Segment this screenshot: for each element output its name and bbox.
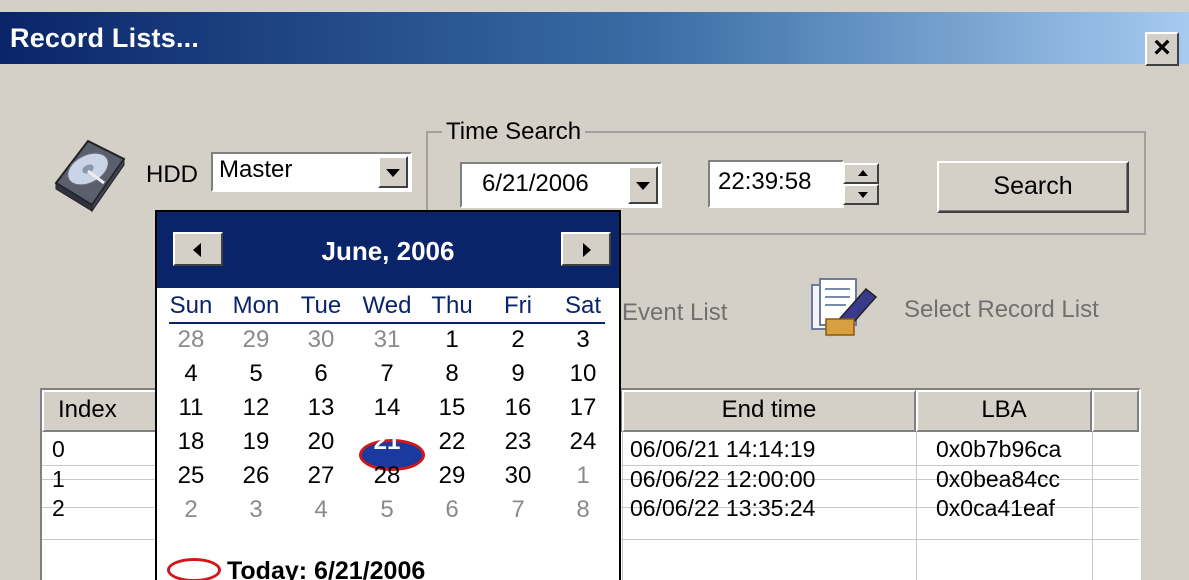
- title-bar[interactable]: Record Lists... ×: [0, 12, 1189, 66]
- calendar-day[interactable]: 5: [356, 494, 418, 526]
- calendar-day[interactable]: 16: [487, 392, 549, 424]
- calendar-day[interactable]: 30: [487, 460, 549, 492]
- calendar-day[interactable]: 4: [160, 358, 222, 390]
- calendar-day[interactable]: 2: [160, 494, 222, 526]
- record-lists-dialog: Record Lists... × HDD Master Time Search…: [0, 0, 1189, 580]
- calendar-day[interactable]: 29: [421, 460, 483, 492]
- weekday-label: Fri: [504, 292, 532, 319]
- calendar-day[interactable]: 7: [356, 358, 418, 390]
- row-lba: 0x0bea84cc: [936, 466, 1061, 492]
- event-list-label[interactable]: Event List: [622, 299, 727, 327]
- document-edit-icon[interactable]: [806, 275, 880, 339]
- calendar-day[interactable]: 24: [552, 426, 614, 458]
- window-title: Record Lists...: [10, 23, 200, 53]
- calendar-day[interactable]: 15: [421, 392, 483, 424]
- row-lba: 0x0ca41eaf: [936, 495, 1055, 521]
- row-end-time: 06/06/21 14:14:19: [630, 436, 816, 462]
- row-lba: 0x0b7b96ca: [936, 436, 1062, 462]
- hdd-select-value: Master: [219, 156, 293, 183]
- calendar-day[interactable]: 6: [421, 494, 483, 526]
- hdd-label: HDD: [146, 161, 198, 188]
- calendar-day[interactable]: 9: [487, 358, 549, 390]
- calendar-day[interactable]: 11: [160, 392, 222, 424]
- calendar-day[interactable]: 8: [421, 358, 483, 390]
- calendar-day[interactable]: 3: [225, 494, 287, 526]
- row-index: 0: [52, 436, 65, 462]
- calendar-day[interactable]: 28: [160, 324, 222, 356]
- calendar-day[interactable]: 20: [290, 426, 352, 458]
- time-spinner[interactable]: [843, 163, 879, 205]
- calendar-day[interactable]: 5: [225, 358, 287, 390]
- hard-drive-icon: [54, 139, 126, 213]
- calendar-day[interactable]: 22: [421, 426, 483, 458]
- close-button[interactable]: ×: [1145, 32, 1179, 66]
- calendar-day[interactable]: 19: [225, 426, 287, 458]
- calendar-day[interactable]: 3: [552, 324, 614, 356]
- hdd-select[interactable]: Master: [211, 152, 412, 192]
- date-picker-value: 6/21/2006: [482, 170, 589, 197]
- time-spin-up-button[interactable]: [843, 163, 879, 184]
- calendar-header: June, 2006: [157, 212, 619, 288]
- next-month-button[interactable]: [561, 232, 611, 266]
- time-spin-down-button[interactable]: [843, 184, 879, 205]
- calendar-day[interactable]: 10: [552, 358, 614, 390]
- calendar-day[interactable]: 2: [487, 324, 549, 356]
- row-end-time: 06/06/22 13:35:24: [630, 495, 816, 521]
- calendar-day[interactable]: 26: [225, 460, 287, 492]
- calendar-day[interactable]: 13: [290, 392, 352, 424]
- calendar-day[interactable]: 28: [356, 460, 418, 492]
- calendar-day-selected[interactable]: 21: [356, 426, 418, 458]
- calendar-day[interactable]: 25: [160, 460, 222, 492]
- calendar-day[interactable]: 18: [160, 426, 222, 458]
- calendar-day[interactable]: 14: [356, 392, 418, 424]
- column-header-lba[interactable]: LBA: [916, 390, 1092, 432]
- time-input-value: 22:39:58: [718, 168, 812, 195]
- weekday-label: Sat: [564, 292, 602, 319]
- calendar-day[interactable]: 7: [487, 494, 549, 526]
- time-search-title: Time Search: [442, 118, 586, 146]
- column-header-end-time[interactable]: End time: [622, 390, 916, 432]
- weekday-label: Wed: [362, 292, 412, 319]
- calendar-day[interactable]: 30: [290, 324, 352, 356]
- column-divider: [916, 432, 917, 580]
- calendar-day[interactable]: 23: [487, 426, 549, 458]
- row-index: 1: [52, 466, 65, 492]
- calendar-day[interactable]: 1: [552, 460, 614, 492]
- calendar-day[interactable]: 29: [225, 324, 287, 356]
- calendar-day[interactable]: 17: [552, 392, 614, 424]
- hdd-dropdown-button[interactable]: [378, 156, 408, 188]
- date-dropdown-button[interactable]: [628, 166, 658, 204]
- row-index: 2: [52, 495, 65, 521]
- today-link[interactable]: Today: 6/21/2006: [167, 557, 425, 580]
- calendar-day[interactable]: 12: [225, 392, 287, 424]
- column-divider: [1092, 432, 1093, 580]
- today-label: Today: 6/21/2006: [227, 557, 426, 580]
- calendar-dropdown[interactable]: June, 2006 Sun Mon Tue Wed Thu Fri Sat 2…: [155, 210, 621, 580]
- weekday-label: Sun: [169, 292, 213, 319]
- calendar-day[interactable]: 1: [421, 324, 483, 356]
- calendar-day[interactable]: 4: [290, 494, 352, 526]
- weekday-label: Tue: [300, 292, 342, 319]
- date-picker[interactable]: 6/21/2006: [460, 162, 662, 208]
- time-input[interactable]: 22:39:58: [708, 160, 844, 208]
- column-header-index[interactable]: Index: [42, 390, 162, 432]
- calendar-day[interactable]: 31: [356, 324, 418, 356]
- today-circle-icon: [167, 558, 221, 580]
- select-record-list-label[interactable]: Select Record List: [904, 296, 1099, 324]
- calendar-day[interactable]: 6: [290, 358, 352, 390]
- calendar-day[interactable]: 27: [290, 460, 352, 492]
- search-button[interactable]: Search: [937, 161, 1129, 213]
- column-header-extra[interactable]: [1092, 390, 1139, 432]
- column-divider: [622, 432, 623, 580]
- calendar-month-title: June, 2006: [321, 236, 455, 266]
- row-end-time: 06/06/22 12:00:00: [630, 466, 816, 492]
- weekday-label: Mon: [232, 292, 280, 319]
- weekday-label: Thu: [431, 292, 473, 319]
- calendar-day[interactable]: 8: [552, 494, 614, 526]
